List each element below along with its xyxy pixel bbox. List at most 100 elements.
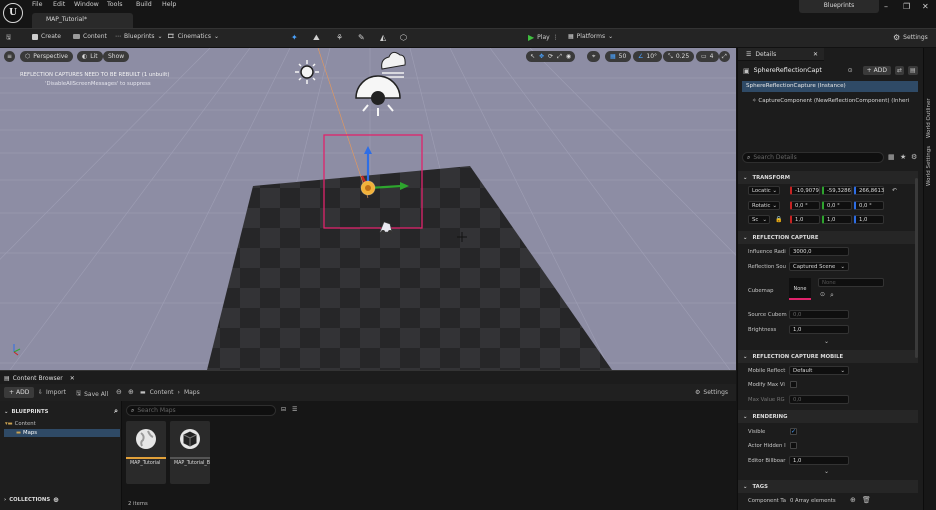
scale-mode-select[interactable]: Sc ⌄ — [748, 215, 770, 224]
level-viewport[interactable]: ≡ ⬡ Perspective ◐ Lit Show REFLECTION CAPT… — [0, 48, 736, 370]
show-button[interactable]: Show — [103, 51, 130, 62]
history-back-icon[interactable]: ⊖ — [116, 388, 122, 396]
favorites-header[interactable]: ⌄ BLUEPRINTS ⌕ — [4, 407, 118, 416]
search-icon[interactable]: ⌕ — [114, 407, 118, 416]
rotation-y-field[interactable]: 0,0 ° — [822, 201, 852, 210]
cinematics-button[interactable]: 🎞 Cinematics ⌄ — [167, 33, 219, 40]
rotate-tool-icon[interactable]: ⟳ — [548, 53, 553, 60]
viewport-options-button[interactable]: ≡ — [4, 51, 16, 62]
modify-max-checkbox[interactable] — [790, 381, 797, 388]
section-reflection-capture[interactable]: ⌄ REFLECTION CAPTURE — [738, 231, 918, 244]
cb-search-input[interactable]: Search Maps — [137, 407, 175, 414]
section-transform[interactable]: ⌄ TRANSFORM — [738, 171, 918, 184]
cubemap-thumbnail[interactable]: None — [789, 278, 811, 300]
reflection-source-select[interactable]: Captured Scene ⌄ — [789, 262, 849, 271]
actor-name[interactable]: SphereReflectionCapt — [754, 67, 844, 74]
close-tab-icon[interactable]: ✕ — [70, 375, 75, 382]
details-search-input[interactable]: Search Details — [753, 154, 796, 161]
perspective-button[interactable]: ⬡ Perspective — [20, 51, 73, 62]
add-element-icon[interactable]: ⊕ — [850, 496, 856, 504]
mesh-paint-mode-icon[interactable]: ✎ — [358, 33, 365, 42]
location-y-field[interactable]: -59,3286 — [822, 186, 852, 195]
level-tab[interactable]: MAP_Tutorial* — [32, 13, 133, 28]
asset-tile[interactable]: MAP_Tutorial — [126, 421, 166, 484]
component-row[interactable]: ✧ CaptureComponent (NewReflectionCompone… — [752, 98, 918, 104]
menu-edit[interactable]: Edit — [53, 1, 65, 8]
cb-import-button[interactable]: ⇩ Import — [38, 389, 66, 396]
close-icon[interactable]: ✕ — [922, 2, 929, 11]
use-selected-icon[interactable]: ⊙ — [820, 291, 825, 298]
actor-hidden-checkbox[interactable] — [790, 442, 797, 449]
tree-maps[interactable]: ▬ Maps — [4, 429, 120, 437]
favorites-star-icon[interactable]: ★ — [900, 153, 906, 161]
mobile-reflect-select[interactable]: Default ⌄ — [789, 366, 849, 375]
add-component-button[interactable]: + ADD — [862, 66, 891, 75]
close-tab-icon[interactable]: ✕ — [813, 51, 818, 58]
menu-tools[interactable]: Tools — [107, 1, 123, 8]
rotation-snap-button[interactable]: ∠ 10° — [633, 51, 663, 62]
property-matrix-icon[interactable]: ▦ — [888, 153, 895, 161]
visible-checkbox[interactable]: ✓ — [790, 428, 797, 435]
influence-radius-field[interactable]: 3000,0 — [789, 247, 849, 256]
menu-window[interactable]: Window — [74, 1, 99, 8]
breadcrumb-content[interactable]: Content — [150, 389, 174, 396]
content-button[interactable]: Content — [73, 33, 107, 40]
reset-location-icon[interactable]: ↶ — [892, 187, 897, 194]
location-x-field[interactable]: -10,9079 — [790, 186, 820, 195]
menu-file[interactable]: File — [32, 1, 43, 8]
create-button[interactable]: Create — [32, 33, 61, 40]
tree-content[interactable]: ▾▬ Content — [5, 421, 36, 427]
browse-search-icon[interactable]: ⌕ — [830, 291, 834, 300]
max-value-field[interactable]: 0,0 — [789, 395, 849, 404]
hierarchy-icon[interactable]: ▤ — [907, 66, 918, 75]
cb-save-all-button[interactable]: 🖫 Save All — [76, 389, 108, 399]
collections-header[interactable]: › COLLECTIONS ⊕ — [4, 496, 118, 504]
details-settings-icon[interactable]: ⚙ — [911, 153, 917, 161]
world-settings-tab[interactable]: World Settings — [926, 146, 932, 186]
brightness-field[interactable]: 1,0 — [789, 325, 849, 334]
select-mode-icon[interactable]: ✦ — [291, 33, 298, 42]
details-search[interactable]: ⌕ Search Details — [742, 152, 884, 163]
world-space-icon[interactable]: ◉ — [566, 53, 571, 60]
play-button[interactable]: ▶ Play ⋮ — [528, 33, 559, 42]
modeling-mode-icon[interactable]: ◭ — [380, 33, 386, 42]
maximize-icon[interactable]: ❐ — [903, 2, 910, 11]
minimize-icon[interactable]: – — [884, 2, 888, 11]
delete-elements-icon[interactable]: 🗑 — [862, 496, 871, 504]
camera-speed-button[interactable]: ▭ 4 — [696, 51, 719, 62]
rotation-z-field[interactable]: 0,0 ° — [854, 201, 884, 210]
menu-build[interactable]: Build — [136, 1, 152, 8]
advanced-expand-icon[interactable]: ⌄ — [824, 338, 829, 345]
instance-row[interactable]: SphereReflectionCapture (Instance) — [742, 81, 918, 92]
unreal-logo-icon[interactable]: U — [3, 3, 23, 23]
save-search-icon[interactable]: ⊟ — [281, 406, 286, 413]
landscape-mode-icon[interactable]: ⛰ — [313, 33, 320, 43]
filter-icon[interactable]: ☰ — [292, 406, 297, 413]
editor-billboard-field[interactable]: 1,0 — [789, 456, 849, 465]
save-icon[interactable]: 🖫 — [6, 33, 11, 43]
blueprint-icon[interactable]: ⇄ — [894, 66, 904, 75]
cb-add-button[interactable]: + ADD — [4, 387, 35, 398]
cubemap-asset-select[interactable]: None — [818, 278, 884, 287]
blueprints-button[interactable]: ⋯ Blueprints ⌄ — [115, 33, 163, 40]
world-outliner-tab[interactable]: World Outliner — [926, 98, 932, 138]
scale-lock-icon[interactable]: 🔒 — [775, 216, 782, 223]
section-rendering[interactable]: ⌄ RENDERING — [738, 410, 918, 423]
history-forward-icon[interactable]: ⊕ — [128, 388, 134, 396]
scale-tool-icon[interactable]: ⤢ — [557, 53, 562, 61]
section-reflection-capture-mobile[interactable]: ⌄ REFLECTION CAPTURE MOBILE — [738, 350, 918, 363]
scale-x-field[interactable]: 1,0 — [790, 215, 820, 224]
rotation-x-field[interactable]: 0,0 ° — [790, 201, 820, 210]
rendering-expand-icon[interactable]: ⌄ — [824, 468, 829, 475]
lit-button[interactable]: ◐ Lit — [77, 51, 103, 62]
surface-snap-button[interactable]: ⌖ — [587, 51, 601, 62]
details-tab[interactable]: ☰ Details ✕ — [738, 48, 824, 61]
move-tool-icon[interactable]: ✥ — [539, 53, 544, 60]
play-options-icon[interactable]: ⋮ — [553, 34, 559, 41]
asset-tile[interactable]: MAP_Tutorial_BuiltData — [170, 421, 210, 484]
scale-z-field[interactable]: 1,0 — [854, 215, 884, 224]
source-cubemap-angle-field[interactable]: 0,0 — [789, 310, 849, 319]
fracture-mode-icon[interactable]: ⬡ — [400, 33, 407, 42]
location-mode-select[interactable]: Locatic ⌄ — [748, 186, 780, 195]
cb-settings-button[interactable]: ⚙ Settings — [695, 389, 728, 396]
